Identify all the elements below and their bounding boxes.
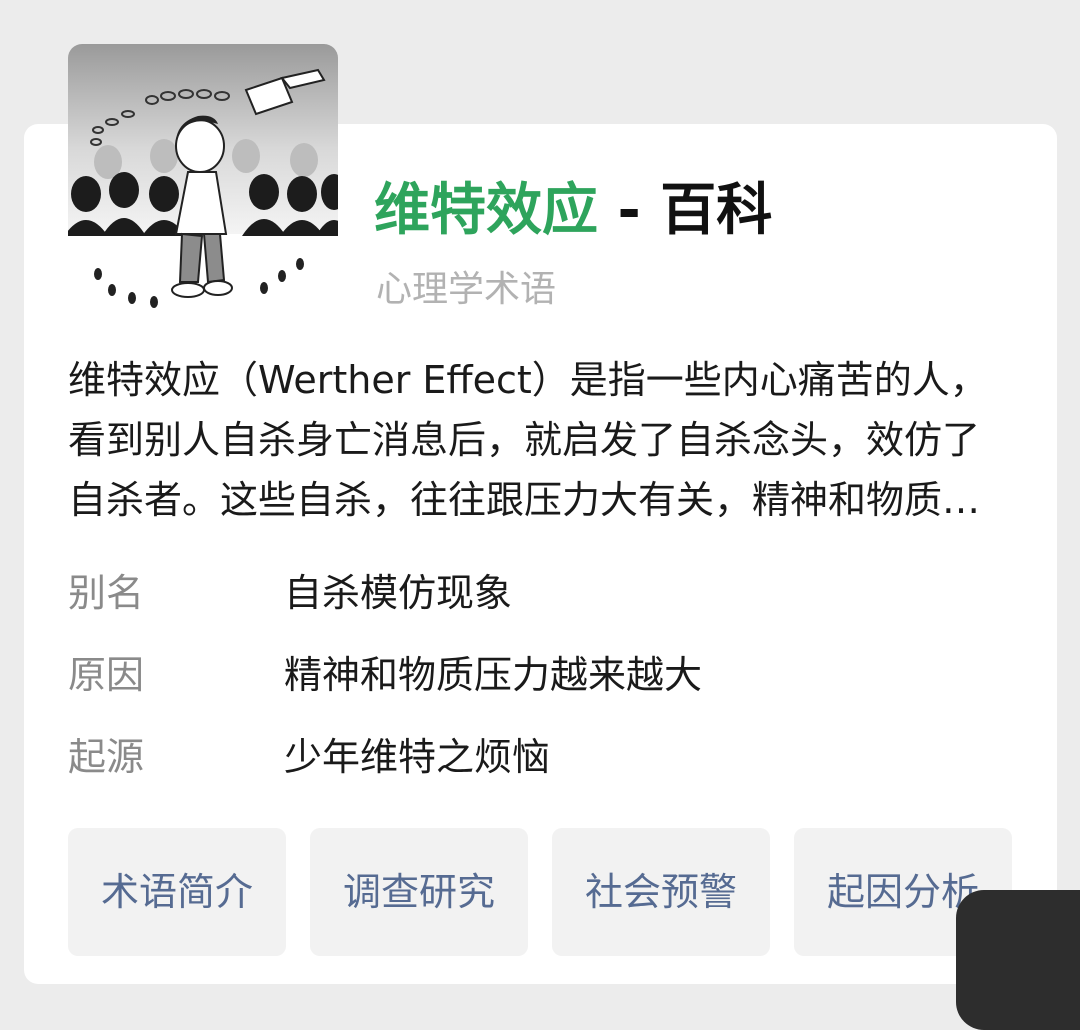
tab-research[interactable]: 调查研究: [310, 828, 528, 956]
illustration-image: [68, 44, 338, 312]
entry-title-keyword: 维特效应: [374, 178, 598, 243]
attribute-label: 别名: [68, 571, 145, 615]
tab-term-intro[interactable]: 术语简介: [68, 828, 286, 956]
attribute-label: 原因: [68, 653, 145, 697]
attribute-value: 自杀模仿现象: [284, 571, 513, 615]
entry-summary[interactable]: 维特效应（Werther Effect）是指一些内心痛苦的人，看到别人自杀身亡消…: [68, 350, 1008, 530]
entry-illustration[interactable]: [68, 44, 338, 312]
attribute-label: 起源: [68, 735, 145, 779]
attribute-value: 少年维特之烦恼: [284, 735, 551, 779]
entry-title-suffix: - 百科: [598, 178, 773, 243]
floating-overlay: [956, 890, 1080, 1030]
entry-title[interactable]: 维特效应 - 百科: [374, 178, 772, 244]
tab-social-warning[interactable]: 社会预警: [552, 828, 770, 956]
entry-category: 心理学术语: [376, 269, 557, 310]
attribute-value: 精神和物质压力越来越大: [284, 653, 703, 697]
